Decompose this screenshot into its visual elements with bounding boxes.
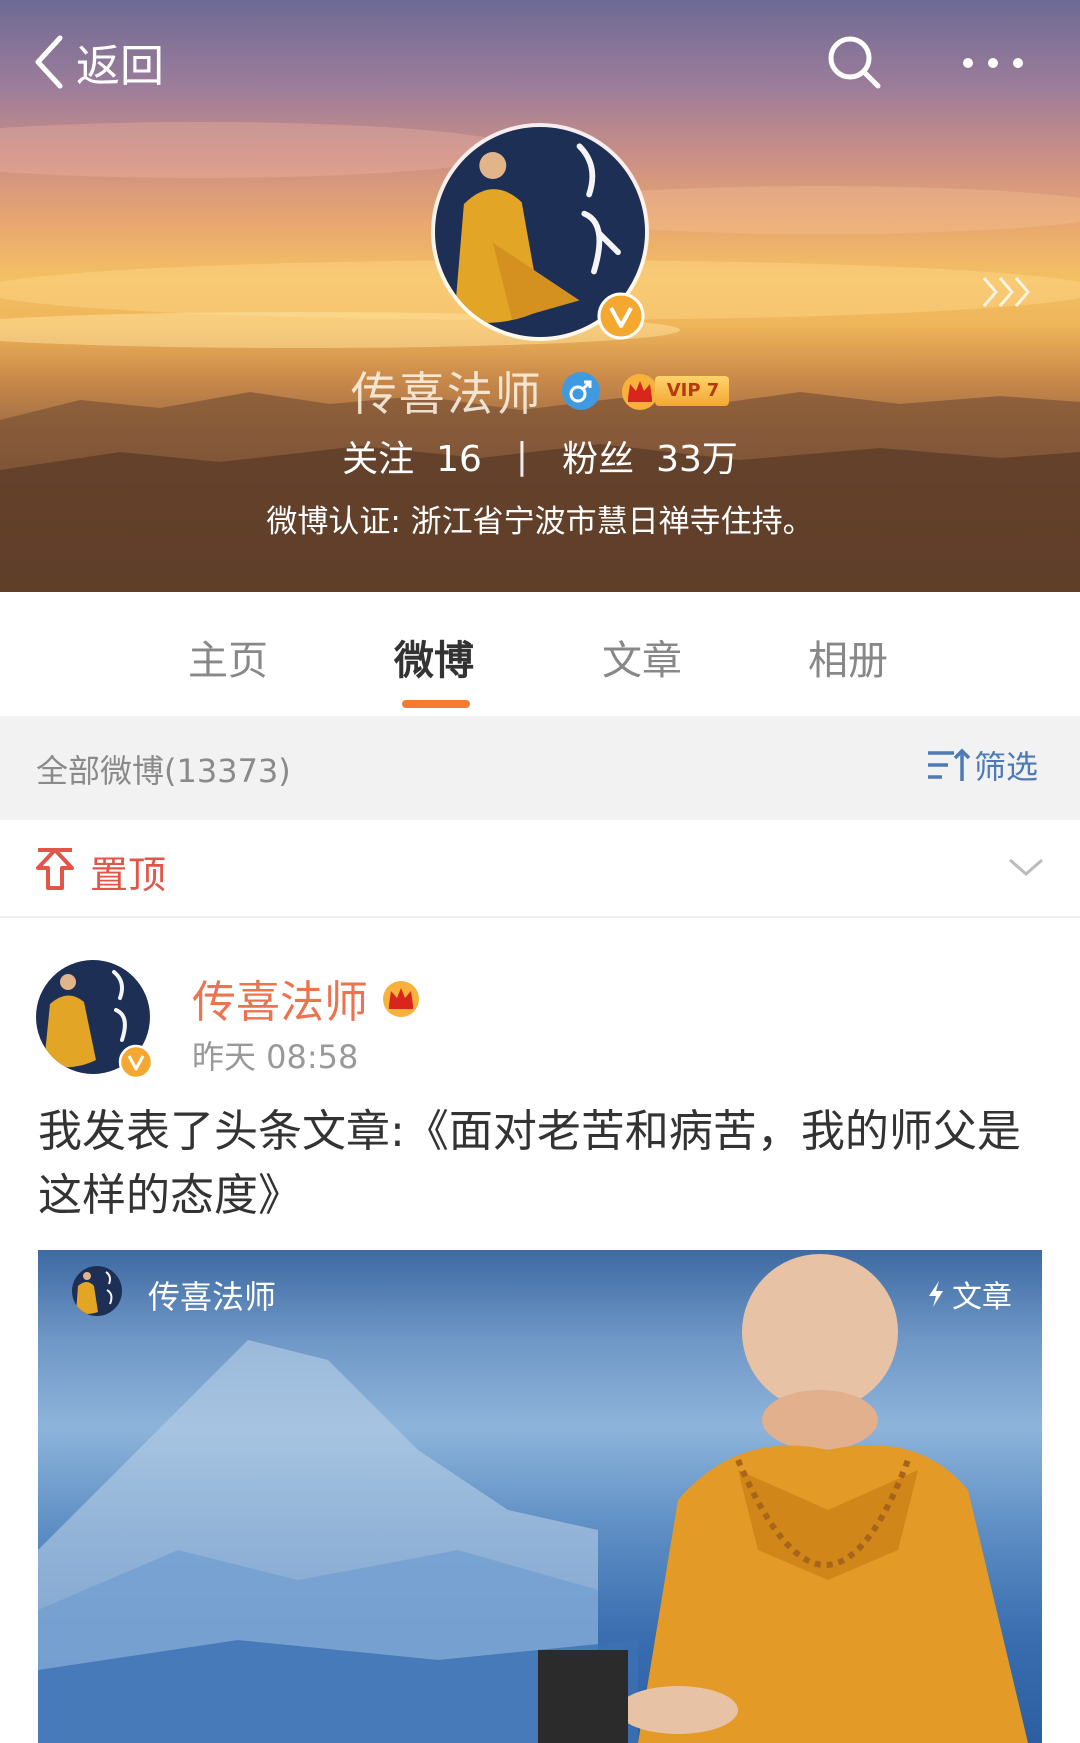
filter-label: 筛选 [974, 748, 1039, 786]
active-tab-indicator [402, 700, 470, 708]
male-icon [561, 372, 600, 410]
profile-name: 传喜法师 [350, 367, 543, 421]
post-author-name: 传喜法师 [192, 977, 368, 1028]
following-label: 关注 [342, 439, 415, 480]
post-text[interactable]: 我发表了头条文章:《面对老苦和病苦，我的师父是这样的态度》 [38, 1100, 1048, 1228]
lightning-icon [929, 1281, 943, 1307]
chevron-left-icon [35, 35, 63, 89]
followers-count: 33万 [656, 439, 738, 480]
card-author-name: 传喜法师 [148, 1278, 277, 1316]
following-count: 16 [436, 439, 482, 480]
followers-stat[interactable]: 粉丝 33万 [562, 430, 738, 482]
post-author[interactable]: 传喜法师 [192, 966, 422, 1030]
more-dots-icon[interactable] [958, 38, 1028, 88]
vip-level-label: VIP 7 [654, 376, 730, 406]
filter-button[interactable]: 筛选 [926, 742, 1038, 788]
vip-badge[interactable]: VIP 7 [619, 371, 730, 411]
weibo-count: 全部微博(13373) [36, 752, 291, 790]
tab-albums[interactable]: 相册 [808, 628, 888, 686]
profile-tabs: 主页 微博 文章 相册 [0, 592, 1080, 716]
follow-stats: 关注 16 | 粉丝 33万 [0, 428, 1080, 484]
article-tag: 文章 [926, 1272, 1012, 1316]
filter-sort-icon [928, 748, 970, 781]
top-navigation-bar: 返回 [0, 0, 1080, 130]
followers-label: 粉丝 [562, 439, 635, 480]
crown-icon [383, 981, 419, 1017]
back-label: 返回 [76, 41, 164, 92]
chevron-down-icon[interactable] [1006, 852, 1046, 882]
article-tag-label: 文章 [952, 1280, 1012, 1315]
search-icon[interactable] [824, 32, 884, 92]
back-button[interactable]: 返回 [30, 30, 164, 94]
stats-separator: | [515, 435, 529, 477]
pinned-post-bar[interactable]: 置顶 [0, 820, 1080, 918]
post-timestamp: 昨天 08:58 [192, 1038, 359, 1076]
tab-home[interactable]: 主页 [188, 628, 268, 686]
verified-v-icon [597, 292, 645, 340]
tab-articles[interactable]: 文章 [602, 628, 682, 686]
card-author-avatar [72, 1266, 122, 1316]
pinned-label: 置顶 [90, 853, 167, 897]
article-card[interactable]: 传喜法师 文章 [38, 1250, 1042, 1743]
tab-weibo[interactable]: 微博 [394, 628, 474, 686]
pin-top-icon [36, 848, 74, 890]
weibo-filter-bar: 全部微博(13373) 筛选 [0, 716, 1080, 820]
chevrons-right-icon[interactable] [978, 272, 1038, 312]
article-cover-image [38, 1254, 1028, 1743]
profile-name-row: 传喜法师 VIP 7 [0, 360, 1080, 422]
verification-text: 微博认证: 浙江省宁波市慧日禅寺住持。 [266, 504, 814, 540]
weibo-post: 传喜法师 昨天 08:58 我发表了头条文章:《面对老苦和病苦，我的师父是这样的… [0, 920, 1080, 1743]
profile-header: 返回 传喜法师 VIP 7 关注 16 | 粉丝 33万 微博认证: 浙江省宁波… [0, 0, 1080, 592]
verified-v-icon [118, 1044, 154, 1080]
following-stat[interactable]: 关注 16 [342, 430, 482, 482]
